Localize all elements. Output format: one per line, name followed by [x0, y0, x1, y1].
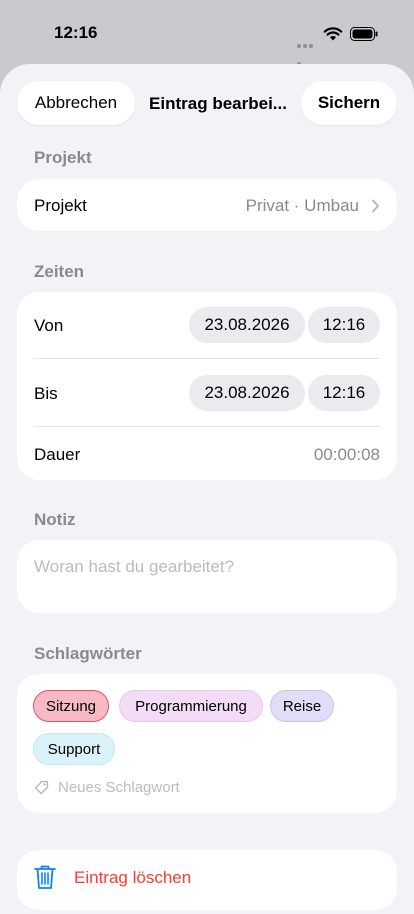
- tags-card: Sitzung Programmierung Reise Support Neu…: [17, 674, 397, 813]
- tag-chip-reise[interactable]: Reise: [270, 690, 334, 722]
- times-card: Von 23.08.2026 12:16 Bis 23.08.2026 12:1…: [17, 292, 397, 480]
- chevron-right-icon: [372, 199, 379, 213]
- to-date-picker[interactable]: 23.08.2026: [189, 375, 305, 411]
- project-row[interactable]: Projekt Privat · Umbau: [17, 179, 397, 231]
- duration-value: 00:00:08: [313, 445, 380, 464]
- project-value: Privat · Umbau: [245, 196, 359, 215]
- note-placeholder: Woran hast du gearbeitet?: [34, 557, 235, 576]
- new-tag-input[interactable]: Neues Schlagwort: [58, 779, 180, 796]
- status-time: 12:16: [54, 23, 98, 42]
- tag-icon: [34, 780, 49, 795]
- tag-chip-sitzung[interactable]: Sitzung: [33, 690, 109, 722]
- tag-chip-programmierung[interactable]: Programmierung: [119, 690, 263, 722]
- section-label-note: Notiz: [34, 510, 76, 529]
- section-label-tags: Schlagwörter: [34, 644, 142, 663]
- from-label: Von: [34, 316, 64, 335]
- from-time-picker[interactable]: 12:16: [308, 307, 380, 343]
- save-button[interactable]: Sichern: [301, 81, 397, 125]
- status-bar: 12:16: [0, 0, 414, 66]
- project-label: Projekt: [34, 196, 87, 215]
- tag-chip-support[interactable]: Support: [33, 733, 115, 765]
- from-date-picker[interactable]: 23.08.2026: [189, 307, 305, 343]
- signal-dots-icon: [297, 35, 319, 66]
- cancel-button[interactable]: Abbrechen: [17, 81, 135, 125]
- section-label-project: Projekt: [34, 148, 92, 167]
- page-title: Eintrag bearbei...: [149, 94, 287, 113]
- divider: [34, 426, 380, 427]
- to-label: Bis: [34, 384, 58, 403]
- delete-entry-label: Eintrag löschen: [74, 868, 192, 887]
- battery-icon: [350, 27, 378, 41]
- delete-entry-button[interactable]: Eintrag löschen: [17, 850, 397, 910]
- trash-icon: [34, 865, 56, 889]
- wifi-icon: [323, 27, 343, 41]
- to-time-picker[interactable]: 12:16: [308, 375, 380, 411]
- section-label-times: Zeiten: [34, 262, 85, 281]
- note-field[interactable]: Woran hast du gearbeitet?: [17, 540, 397, 613]
- divider: [34, 358, 380, 359]
- duration-label: Dauer: [34, 445, 81, 464]
